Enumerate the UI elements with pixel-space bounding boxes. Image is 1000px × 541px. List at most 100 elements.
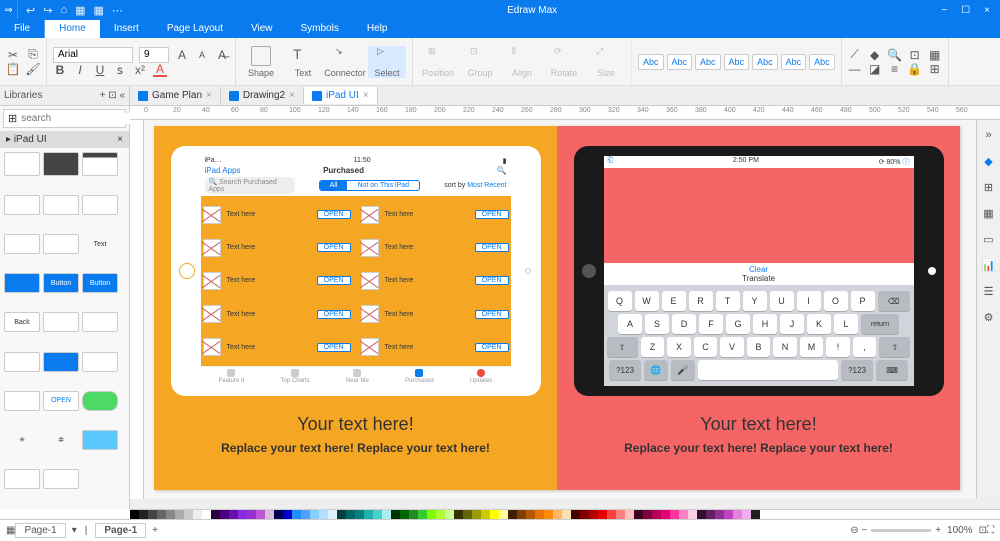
bold-button[interactable]: B	[53, 63, 67, 77]
doc-tab-active[interactable]: iPad UI×	[304, 87, 378, 104]
zoom-out-icon[interactable]: ⊖ −	[850, 525, 867, 536]
color-swatch[interactable]	[202, 510, 211, 519]
lib-item[interactable]	[4, 469, 40, 489]
close-button[interactable]: ×	[984, 5, 990, 16]
lib-item[interactable]	[4, 195, 40, 215]
key[interactable]: H	[753, 314, 777, 334]
underline-button[interactable]: U	[93, 63, 107, 77]
open-button[interactable]: OPEN	[475, 310, 509, 319]
menu-insert[interactable]: Insert	[100, 20, 153, 38]
doc-tab[interactable]: Game Plan×	[130, 87, 221, 104]
shift-key[interactable]: ⇧	[879, 337, 910, 357]
color-swatch[interactable]	[481, 510, 490, 519]
font-select[interactable]	[53, 47, 133, 63]
color-swatch[interactable]	[346, 510, 355, 519]
qat-icon[interactable]: ▦	[94, 4, 104, 17]
hide-kb-key[interactable]: ⌨	[876, 360, 908, 380]
color-swatch[interactable]	[751, 510, 760, 519]
fit-icon[interactable]: ⊡	[908, 48, 922, 62]
maximize-button[interactable]: ☐	[961, 5, 970, 16]
key[interactable]: O	[824, 291, 848, 311]
color-swatch[interactable]	[229, 510, 238, 519]
open-button[interactable]: OPEN	[475, 343, 509, 352]
cut-icon[interactable]: ✂	[6, 48, 20, 62]
key[interactable]: L	[834, 314, 858, 334]
lib-item[interactable]	[43, 312, 79, 332]
translate-button[interactable]: Translate	[742, 274, 775, 283]
color-swatch[interactable]	[382, 510, 391, 519]
menu-file[interactable]: File	[0, 20, 45, 38]
tab-updates[interactable]: Updates	[470, 369, 492, 384]
open-button[interactable]: OPEN	[317, 343, 351, 352]
color-swatch[interactable]	[490, 510, 499, 519]
style-preset[interactable]: Abc	[724, 54, 750, 70]
color-swatch[interactable]	[373, 510, 382, 519]
color-swatch[interactable]	[400, 510, 409, 519]
lib-item-back[interactable]: Back	[4, 312, 40, 332]
style-preset[interactable]: Abc	[752, 54, 778, 70]
lib-item-button[interactable]: Button	[82, 273, 118, 293]
close-lib-icon[interactable]: ×	[117, 134, 123, 145]
add-page-icon[interactable]: +	[152, 525, 158, 536]
zoom-in-icon[interactable]: +	[935, 525, 941, 536]
italic-button[interactable]: I	[73, 63, 87, 77]
color-swatch[interactable]	[526, 510, 535, 519]
open-button[interactable]: OPEN	[317, 276, 351, 285]
color-swatch[interactable]	[688, 510, 697, 519]
color-swatch[interactable]	[157, 510, 166, 519]
undo-icon[interactable]: ↩	[26, 4, 35, 17]
key[interactable]: !	[826, 337, 849, 357]
style-preset[interactable]: Abc	[809, 54, 835, 70]
color-swatch[interactable]	[139, 510, 148, 519]
grid-icon[interactable]: ⊞	[982, 180, 996, 194]
lib-item[interactable]	[43, 234, 79, 254]
qat-icon[interactable]: ▦	[75, 4, 85, 17]
key[interactable]: Q	[608, 291, 632, 311]
lib-item[interactable]	[43, 352, 79, 372]
key[interactable]: R	[689, 291, 713, 311]
line-icon[interactable]: —	[848, 62, 862, 76]
color-swatch[interactable]	[265, 510, 274, 519]
color-swatch[interactable]	[724, 510, 733, 519]
key[interactable]: N	[773, 337, 796, 357]
shrink-font-icon[interactable]: A	[195, 48, 209, 62]
color-palette[interactable]	[130, 509, 1000, 519]
color-swatch[interactable]	[409, 510, 418, 519]
color-swatch[interactable]	[472, 510, 481, 519]
page-dropdown-icon[interactable]: ▾	[72, 525, 77, 536]
lib-item[interactable]	[82, 430, 118, 450]
color-swatch[interactable]	[175, 510, 184, 519]
color-swatch[interactable]	[436, 510, 445, 519]
lib-item[interactable]	[4, 152, 40, 176]
open-button[interactable]: OPEN	[317, 310, 351, 319]
library-section-header[interactable]: ▸ iPad UI×	[0, 131, 129, 148]
color-swatch[interactable]	[454, 510, 463, 519]
key[interactable]: Y	[743, 291, 767, 311]
search-icon[interactable]: 🔍	[447, 166, 507, 175]
select-tool[interactable]: ▷Select	[368, 46, 406, 78]
key[interactable]: X	[667, 337, 690, 357]
lib-item-spinner[interactable]: ✲	[43, 430, 79, 450]
color-swatch[interactable]	[535, 510, 544, 519]
color-swatch[interactable]	[130, 510, 139, 519]
color-swatch[interactable]	[571, 510, 580, 519]
theme-icon[interactable]: ◆	[982, 154, 996, 168]
qat-more-icon[interactable]: ⋯	[112, 4, 123, 17]
key[interactable]: M	[800, 337, 823, 357]
key[interactable]: J	[780, 314, 804, 334]
lib-item[interactable]	[82, 312, 118, 332]
close-icon[interactable]: ×	[289, 90, 295, 101]
paste-icon[interactable]: 📋	[6, 62, 20, 76]
key[interactable]: C	[694, 337, 717, 357]
mic-key[interactable]: 🎤	[671, 360, 695, 380]
tab-nearme[interactable]: Near Me	[346, 369, 369, 384]
superscript-button[interactable]: x²	[133, 63, 147, 77]
library-search[interactable]: ⊞ 🔍	[3, 109, 126, 128]
format-painter-icon[interactable]: 🖌	[26, 62, 40, 76]
close-icon[interactable]: ×	[363, 90, 369, 101]
key[interactable]: A	[618, 314, 642, 334]
shadow-icon[interactable]: ◪	[868, 62, 882, 76]
tab-purchased[interactable]: Purchased	[405, 369, 434, 384]
horizontal-scrollbar[interactable]	[130, 499, 1000, 509]
color-swatch[interactable]	[634, 510, 643, 519]
